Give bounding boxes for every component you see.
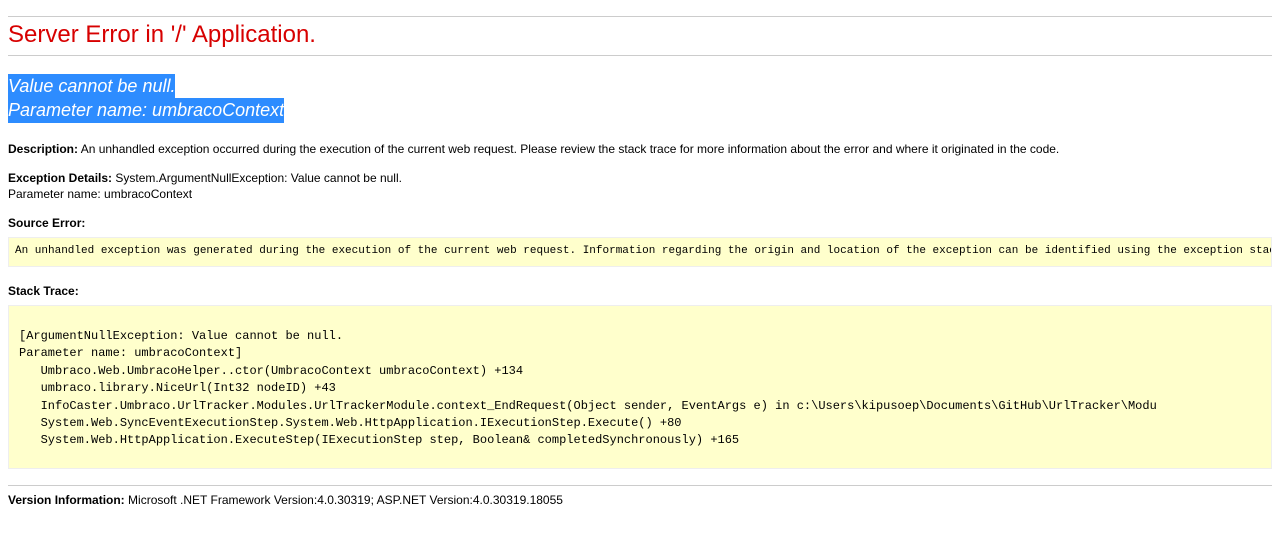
exception-details-text: System.ArgumentNullException: Value cann…: [115, 171, 402, 185]
exception-details-text2: Parameter name: umbracoContext: [8, 187, 1272, 201]
description-row: Description: An unhandled exception occu…: [8, 141, 1272, 157]
footer-divider: [8, 485, 1272, 486]
error-message-line2: Parameter name: umbracoContext: [8, 98, 284, 122]
version-row: Version Information: Microsoft .NET Fram…: [8, 492, 1272, 508]
description-label: Description:: [8, 142, 78, 156]
error-message-line1: Value cannot be null.: [8, 74, 175, 98]
stack-trace-label: Stack Trace:: [8, 284, 79, 298]
exception-details-label: Exception Details:: [8, 171, 112, 185]
source-error-label: Source Error:: [8, 216, 85, 230]
source-error-box: An unhandled exception was generated dur…: [8, 237, 1272, 267]
stack-trace-box: [ArgumentNullException: Value cannot be …: [8, 305, 1272, 469]
exception-details-row: Exception Details: System.ArgumentNullEx…: [8, 171, 1272, 201]
description-text: An unhandled exception occurred during t…: [81, 142, 1060, 156]
error-message-block: Value cannot be null. Parameter name: um…: [8, 74, 1272, 123]
page-title: Server Error in '/' Application.: [8, 16, 1272, 49]
version-label: Version Information:: [8, 493, 125, 507]
version-text: Microsoft .NET Framework Version:4.0.303…: [128, 493, 563, 507]
title-divider: [8, 55, 1272, 56]
